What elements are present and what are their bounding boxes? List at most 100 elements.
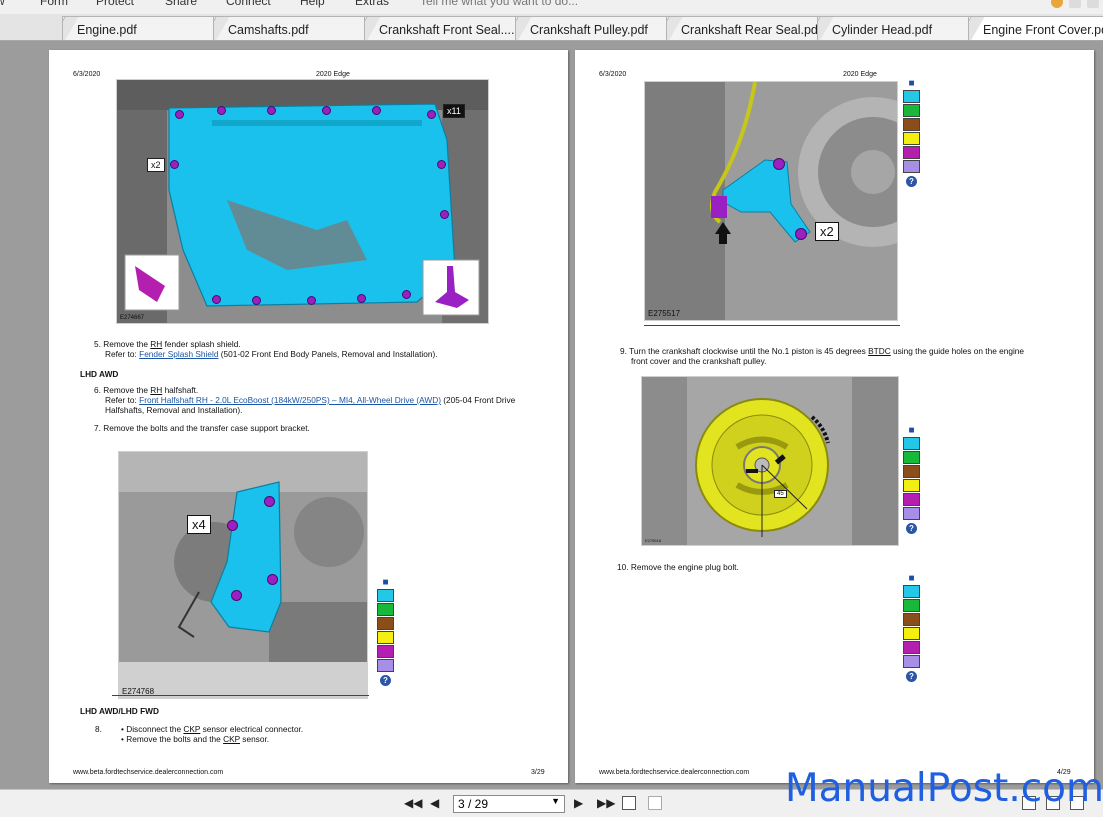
abbr-ckp: CKP: [223, 734, 240, 744]
step-7: 7. Remove the bolts and the transfer cas…: [94, 423, 310, 434]
first-page-icon[interactable]: ◀◀: [404, 796, 422, 810]
legend-swatch: [903, 160, 920, 173]
menu-item-help[interactable]: Help: [300, 0, 325, 8]
tab-label: Engine Front Cover.pdf: [983, 23, 1103, 37]
menu-item-prev[interactable]: w: [0, 0, 5, 8]
footer-url: www.beta.fordtechservice.dealerconnectio…: [73, 769, 224, 776]
step-text: Remove the: [103, 385, 151, 395]
menu-item-protect[interactable]: Protect: [96, 0, 134, 8]
figure-crankshaft-pulley-45: 45 E275518: [641, 376, 899, 546]
step-text: Disconnect the: [126, 724, 184, 734]
previous-view-icon[interactable]: [622, 796, 636, 810]
color-legend: ■ ?: [377, 578, 394, 686]
legend-swatch: [903, 627, 920, 640]
legend-swatch: [903, 104, 920, 117]
restore-icon[interactable]: [1087, 0, 1099, 8]
document-viewport[interactable]: 6/3/2020 2020 Edge x2 x11 E274667 5. Rem…: [0, 41, 1103, 789]
bolt-marker: [307, 296, 316, 305]
bolt-marker: [402, 290, 411, 299]
step-8-bullet-2: • Remove the bolts and the CKP sensor.: [121, 734, 270, 744]
page-date: 6/3/2020: [599, 71, 627, 78]
help-icon[interactable]: ?: [906, 523, 917, 534]
step-8-number: 8.: [95, 724, 102, 734]
tab-label: Crankshaft Pulley.pdf: [530, 23, 648, 37]
legend-swatch: [377, 631, 394, 644]
tab-crankshaft-rear-seal[interactable]: Crankshaft Rear Seal.pdf: [666, 16, 821, 40]
watermark: ManualPost.com: [785, 766, 1103, 811]
document-tab-bar: Engine.pdf Camshafts.pdf Crankshaft Fron…: [0, 14, 1103, 41]
step-text: using the guide holes on the engine: [890, 346, 1025, 356]
step-number: 5.: [94, 339, 101, 349]
figure-ckp-sensor: x2 E275517: [644, 81, 898, 321]
refer-tail: (205-04 Front Drive: [440, 395, 516, 405]
step-text: Turn the crankshaft clockwise until the …: [629, 346, 869, 356]
tab-engine[interactable]: Engine.pdf: [62, 16, 217, 40]
legend-swatch: [903, 655, 920, 668]
bolt-marker: [795, 228, 807, 240]
next-page-icon[interactable]: ▶: [574, 796, 583, 810]
step-6-refer-cont: Halfshafts, Removal and Installation).: [105, 405, 243, 415]
step-8-bullet-1: • Disconnect the CKP sensor electrical c…: [121, 724, 304, 734]
tab-crankshaft-front-seal[interactable]: Crankshaft Front Seal....: [364, 16, 519, 40]
callout-x2: x2: [815, 222, 839, 241]
account-icon[interactable]: [1051, 0, 1063, 8]
step-text: halfshaft.: [162, 385, 199, 395]
step-number: 6.: [94, 385, 101, 395]
prev-page-icon[interactable]: ◀: [430, 796, 439, 810]
abbr-rh: RH: [150, 385, 163, 395]
help-icon[interactable]: ?: [380, 675, 391, 686]
legend-swatch: [903, 451, 920, 464]
camera-icon[interactable]: ■: [903, 574, 920, 584]
page-header-title: 2020 Edge: [316, 71, 350, 78]
callout-x2: x2: [147, 158, 165, 172]
help-icon[interactable]: ?: [906, 176, 917, 187]
abbr-btdc: BTDC: [868, 346, 891, 356]
tab-crankshaft-pulley[interactable]: Crankshaft Pulley.pdf: [515, 16, 670, 40]
step-6: 6. Remove the RH halfshaft.: [94, 385, 198, 396]
tab-camshafts[interactable]: Camshafts.pdf: [213, 16, 368, 40]
legend-swatch: [377, 603, 394, 616]
tell-me-search[interactable]: Tell me what you want to do...: [420, 0, 578, 8]
figure-splash-shield: x2 x11 E274667: [116, 79, 489, 324]
step-10: 10. Remove the engine plug bolt.: [617, 562, 739, 573]
step-text: Remove the bolts and the transfer case s…: [103, 423, 310, 433]
help-icon[interactable]: ?: [906, 671, 917, 682]
link-fender-splash-shield[interactable]: Fender Splash Shield: [139, 349, 218, 359]
menu-item-form[interactable]: Form: [40, 0, 68, 8]
next-view-icon[interactable]: [648, 796, 662, 810]
bolt-marker: [217, 106, 226, 115]
search-icon[interactable]: [1069, 0, 1081, 8]
legend-swatch: [903, 90, 920, 103]
camera-icon[interactable]: ■: [377, 578, 394, 588]
chevron-down-icon[interactable]: ▼: [551, 796, 560, 806]
camera-icon[interactable]: ■: [903, 426, 920, 436]
tab-cylinder-head[interactable]: Cylinder Head.pdf: [817, 16, 972, 40]
legend-swatch: [903, 507, 920, 520]
step-text: Remove the: [103, 339, 151, 349]
page-number-input[interactable]: 3 / 29 ▼: [453, 795, 565, 813]
menu-item-extras[interactable]: Extras: [355, 0, 389, 8]
menu-right-icons: [1051, 0, 1099, 8]
legend-swatch: [903, 132, 920, 145]
footer-page: 3/29: [531, 769, 545, 776]
menu-item-share[interactable]: Share: [165, 0, 197, 8]
step-number: 7.: [94, 423, 101, 433]
tab-label: Cylinder Head.pdf: [832, 23, 933, 37]
figure-id: E275517: [648, 309, 681, 318]
step-9-cont: front cover and the crankshaft pulley.: [631, 356, 767, 366]
tab-engine-front-cover[interactable]: Engine Front Cover.pdf: [968, 16, 1103, 40]
figure-rule: [112, 695, 369, 696]
legend-swatch: [377, 589, 394, 602]
color-legend: ■ ?: [903, 426, 920, 534]
legend-swatch: [903, 493, 920, 506]
link-front-halfshaft-rh[interactable]: Front Halfshaft RH - 2.0L EcoBoost (184k…: [139, 395, 441, 405]
bolt-marker: [427, 110, 436, 119]
last-page-icon[interactable]: ▶▶: [597, 796, 615, 810]
menu-item-connect[interactable]: Connect: [226, 0, 271, 8]
bolt-marker: [227, 520, 238, 531]
legend-swatch: [377, 645, 394, 658]
color-legend: ■ ?: [903, 574, 920, 682]
bolt-marker: [440, 210, 449, 219]
camera-icon[interactable]: ■: [903, 79, 920, 89]
callout-x11: x11: [443, 104, 465, 118]
